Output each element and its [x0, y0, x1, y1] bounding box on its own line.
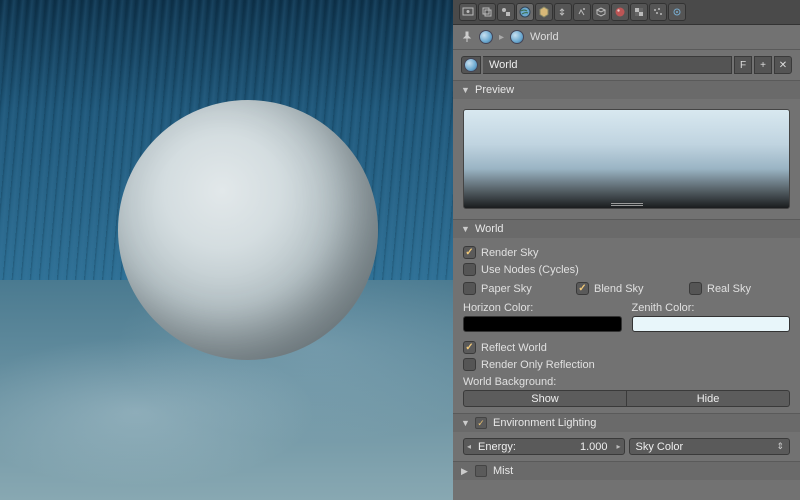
real-sky-checkbox[interactable] [689, 282, 702, 295]
environment-lighting-enable-checkbox[interactable] [475, 417, 487, 429]
properties-tab-strip [453, 0, 800, 25]
resize-handle-icon[interactable] [611, 203, 643, 206]
world-icon [464, 58, 478, 72]
environment-lighting-title: Environment Lighting [493, 417, 596, 429]
scene-icon[interactable] [479, 30, 493, 44]
horizon-color-label: Horizon Color: [463, 302, 622, 314]
use-nodes-checkbox[interactable] [463, 263, 476, 276]
blend-sky-checkbox[interactable] [576, 282, 589, 295]
reflect-world-checkbox[interactable] [463, 341, 476, 354]
blend-sky-label: Blend Sky [594, 283, 644, 295]
tab-particles-icon[interactable] [649, 3, 667, 21]
preview-section: ▼ Preview [453, 80, 800, 219]
world-preview[interactable] [463, 109, 790, 209]
hide-background-button[interactable]: Hide [627, 390, 790, 407]
viewport-3d[interactable] [0, 0, 453, 500]
use-nodes-label: Use Nodes (Cycles) [481, 264, 579, 276]
unlink-datablock-button[interactable]: ✕ [774, 56, 792, 74]
disclosure-down-icon: ▼ [461, 85, 471, 95]
mist-section: ▶ Mist [453, 461, 800, 480]
zenith-color-label: Zenith Color: [632, 302, 791, 314]
tab-material-icon[interactable] [611, 3, 629, 21]
datablock-name-field[interactable]: World [483, 56, 732, 74]
energy-number-field[interactable]: Energy: 1.000 [463, 438, 625, 455]
breadcrumb-separator-icon: ▸ [499, 32, 504, 43]
render-sky-label: Render Sky [481, 247, 538, 259]
render-only-reflection-label: Render Only Reflection [481, 359, 595, 371]
mist-enable-checkbox[interactable] [475, 465, 487, 477]
tab-scene-icon[interactable] [497, 3, 515, 21]
paper-sky-checkbox[interactable] [463, 282, 476, 295]
render-only-reflection-checkbox[interactable] [463, 358, 476, 371]
disclosure-down-icon: ▼ [461, 224, 471, 234]
world-section: ▼ World Render Sky Use Nodes (Cycles) Pa… [453, 219, 800, 413]
mist-title: Mist [493, 465, 513, 477]
tab-render-icon[interactable] [459, 3, 477, 21]
datablock-selector: World F + ✕ [453, 50, 800, 80]
preview-title: Preview [475, 84, 514, 96]
zenith-color-swatch[interactable] [632, 316, 791, 332]
breadcrumb-world-label[interactable]: World [530, 31, 559, 43]
env-color-source-value: Sky Color [636, 441, 684, 453]
tab-world-icon[interactable] [516, 3, 534, 21]
environment-lighting-header[interactable]: ▼ Environment Lighting [453, 414, 800, 432]
tab-texture-icon[interactable] [630, 3, 648, 21]
properties-panel: ▸ World World F + ✕ ▼ Preview ▼ World Re… [453, 0, 800, 500]
render-sky-checkbox[interactable] [463, 246, 476, 259]
world-header[interactable]: ▼ World [453, 220, 800, 238]
world-background-label: World Background: [463, 373, 790, 390]
world-title: World [475, 223, 504, 235]
add-datablock-button[interactable]: + [754, 56, 772, 74]
mist-header[interactable]: ▶ Mist [453, 462, 800, 480]
breadcrumb: ▸ World [453, 25, 800, 50]
environment-lighting-section: ▼ Environment Lighting Energy: 1.000 Sky… [453, 413, 800, 461]
horizon-color-swatch[interactable] [463, 316, 622, 332]
real-sky-label: Real Sky [707, 283, 751, 295]
tab-physics-icon[interactable] [668, 3, 686, 21]
tab-data-icon[interactable] [592, 3, 610, 21]
energy-value: 1.000 [580, 441, 608, 453]
pin-icon[interactable] [461, 31, 473, 43]
preview-header[interactable]: ▼ Preview [453, 81, 800, 99]
env-color-source-dropdown[interactable]: Sky Color [629, 438, 791, 455]
paper-sky-label: Paper Sky [481, 283, 532, 295]
disclosure-down-icon: ▼ [461, 418, 471, 428]
world-icon[interactable] [510, 30, 524, 44]
reflect-world-label: Reflect World [481, 342, 547, 354]
fake-user-button[interactable]: F [734, 56, 752, 74]
disclosure-right-icon: ▶ [461, 466, 471, 477]
sphere-mesh[interactable] [118, 100, 378, 360]
tab-render-layers-icon[interactable] [478, 3, 496, 21]
tab-constraints-icon[interactable] [554, 3, 572, 21]
energy-label: Energy: [478, 441, 516, 453]
show-background-button[interactable]: Show [463, 390, 627, 407]
tab-object-icon[interactable] [535, 3, 553, 21]
datablock-browse-button[interactable] [461, 56, 481, 74]
tab-modifiers-icon[interactable] [573, 3, 591, 21]
